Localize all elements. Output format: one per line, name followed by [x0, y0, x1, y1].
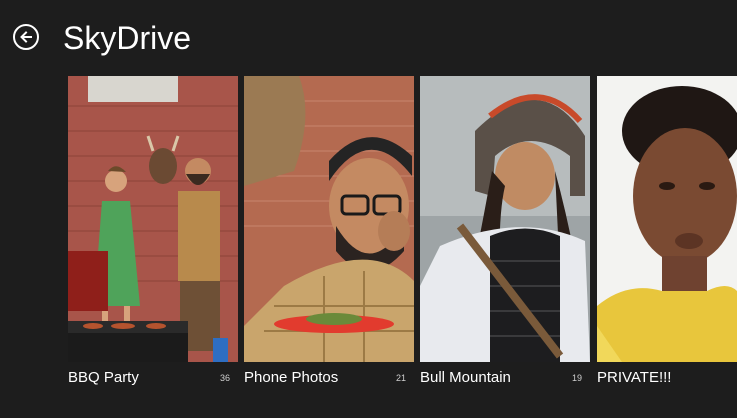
skydrive-app: SkyDrive BBQ Party 36 Phone Photos 21 Bu… — [0, 0, 737, 418]
album-caption: Phone Photos 21 — [244, 368, 414, 390]
album-caption: BBQ Party 36 — [68, 368, 238, 390]
album-caption: Bull Mountain 19 — [420, 368, 590, 390]
album-label: Bull Mountain — [420, 369, 511, 386]
album-count: 36 — [219, 373, 230, 383]
album-tile-bbq-party[interactable]: BBQ Party 36 — [68, 76, 238, 392]
back-arrow-icon — [20, 31, 32, 43]
back-button[interactable] — [13, 24, 39, 50]
album-label: Phone Photos — [244, 369, 339, 386]
page-title: SkyDrive — [63, 20, 192, 56]
album-thumbnail — [597, 76, 737, 362]
album-thumbnail — [420, 76, 590, 362]
album-tile-bull-mountain[interactable]: Bull Mountain 19 — [420, 76, 590, 392]
album-count: 19 — [571, 373, 582, 383]
album-caption: PRIVATE!!! — [597, 368, 737, 390]
album-thumbnail — [68, 76, 238, 362]
album-tile-private[interactable]: PRIVATE!!! — [597, 76, 737, 392]
album-label: PRIVATE!!! — [597, 369, 672, 386]
album-grid: BBQ Party 36 Phone Photos 21 Bull Mounta… — [68, 76, 737, 392]
album-count: 21 — [395, 373, 406, 383]
album-label: BBQ Party — [68, 369, 139, 386]
album-thumbnail — [244, 76, 414, 362]
album-tile-phone-photos[interactable]: Phone Photos 21 — [244, 76, 414, 392]
